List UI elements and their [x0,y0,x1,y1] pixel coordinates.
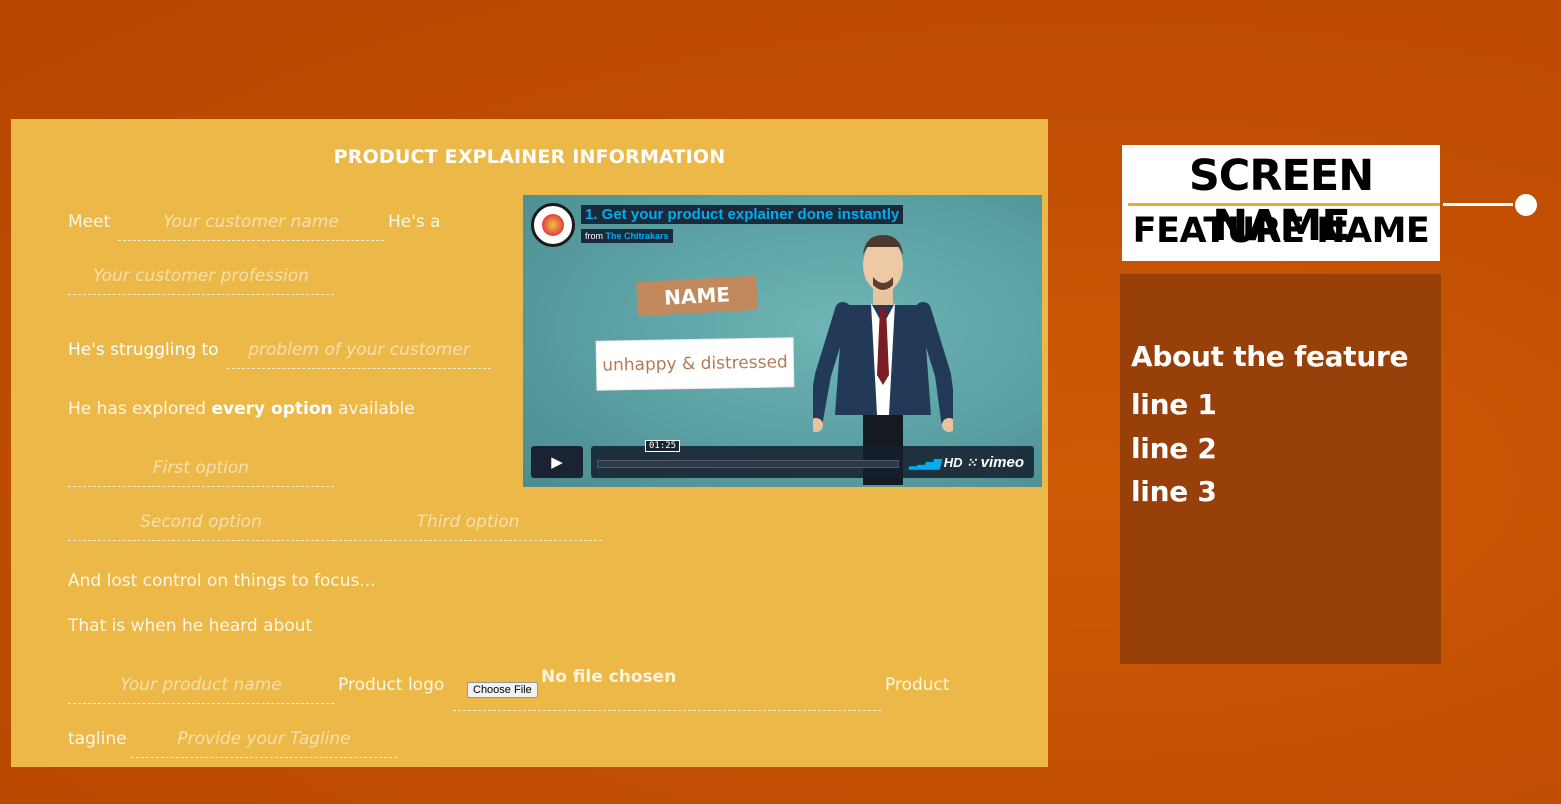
product-label: Product [885,675,950,695]
video-player[interactable]: 1. Get your product explainer done insta… [523,195,1042,487]
about-line-1: line 1 [1131,388,1217,421]
tagline-label: tagline [68,729,127,749]
about-line-3: line 3 [1131,475,1217,508]
channel-link[interactable]: The Chitrakars [606,231,669,241]
explored-bold: every option [211,399,333,419]
video-time: 01:25 [645,440,681,452]
name-card: NAME [636,275,758,317]
subtitle-card: unhappy & distressed [596,338,794,390]
control-bar: 01:25 ▂▃▅▇ HD ⁙ vimeo [591,440,1034,478]
about-title: About the feature [1131,340,1409,373]
meet-label: Meet [68,212,111,232]
panel-title: PRODUCT EXPLAINER INFORMATION [333,146,726,168]
explored-suffix: available [338,399,415,419]
no-file-chosen-text: No file chosen [541,667,677,687]
tagline-input[interactable] [131,729,397,758]
problem-input[interactable] [227,340,491,369]
video-title[interactable]: 1. Get your product explainer done insta… [581,205,904,224]
explored-text: He has explored every option available [68,399,415,419]
screen-name-box: SCREEN NAME FEATURE NAME [1122,145,1440,261]
connector-dot [1515,194,1537,216]
video-timeline[interactable] [597,460,899,468]
video-from: from The Chitrakars [581,229,673,243]
about-feature-box: About the feature line 1 line 2 line 3 [1120,274,1441,664]
first-option-input[interactable] [68,458,334,487]
hd-button[interactable]: HD [944,455,963,470]
hes-a-label: He's a [388,212,441,232]
about-line-2: line 2 [1131,432,1217,465]
customer-profession-input[interactable] [68,266,334,295]
channel-logo-icon[interactable] [531,203,575,247]
connector-line [1443,203,1513,206]
vimeo-logo[interactable]: vimeo [981,454,1024,471]
customer-name-input[interactable] [118,212,384,241]
video-controls: ▶ 01:25 ▂▃▅▇ HD ⁙ vimeo [531,440,1034,478]
title-divider [1128,203,1440,206]
explored-prefix: He has explored [68,399,207,419]
fullscreen-icon[interactable]: ⁙ [966,455,977,470]
play-icon[interactable]: ▶ [531,446,583,478]
product-name-input[interactable] [68,675,334,704]
product-logo-label: Product logo [338,675,445,695]
video-right-controls: ▂▃▅▇ HD ⁙ vimeo [909,454,1024,471]
lost-control-text: And lost control on things to focus... [68,571,376,591]
second-option-input[interactable] [68,512,334,541]
struggling-label: He's struggling to [68,340,219,360]
choose-file-button[interactable]: Choose File [467,682,538,698]
from-label: from [585,231,603,241]
file-input-underline [453,710,881,711]
third-option-input[interactable] [334,512,602,541]
feature-name: FEATURE NAME [1132,211,1430,251]
volume-icon[interactable]: ▂▃▅▇ [909,459,940,470]
product-explainer-panel: PRODUCT EXPLAINER INFORMATION Meet He's … [11,119,1048,767]
heard-about-text: That is when he heard about [68,616,313,636]
